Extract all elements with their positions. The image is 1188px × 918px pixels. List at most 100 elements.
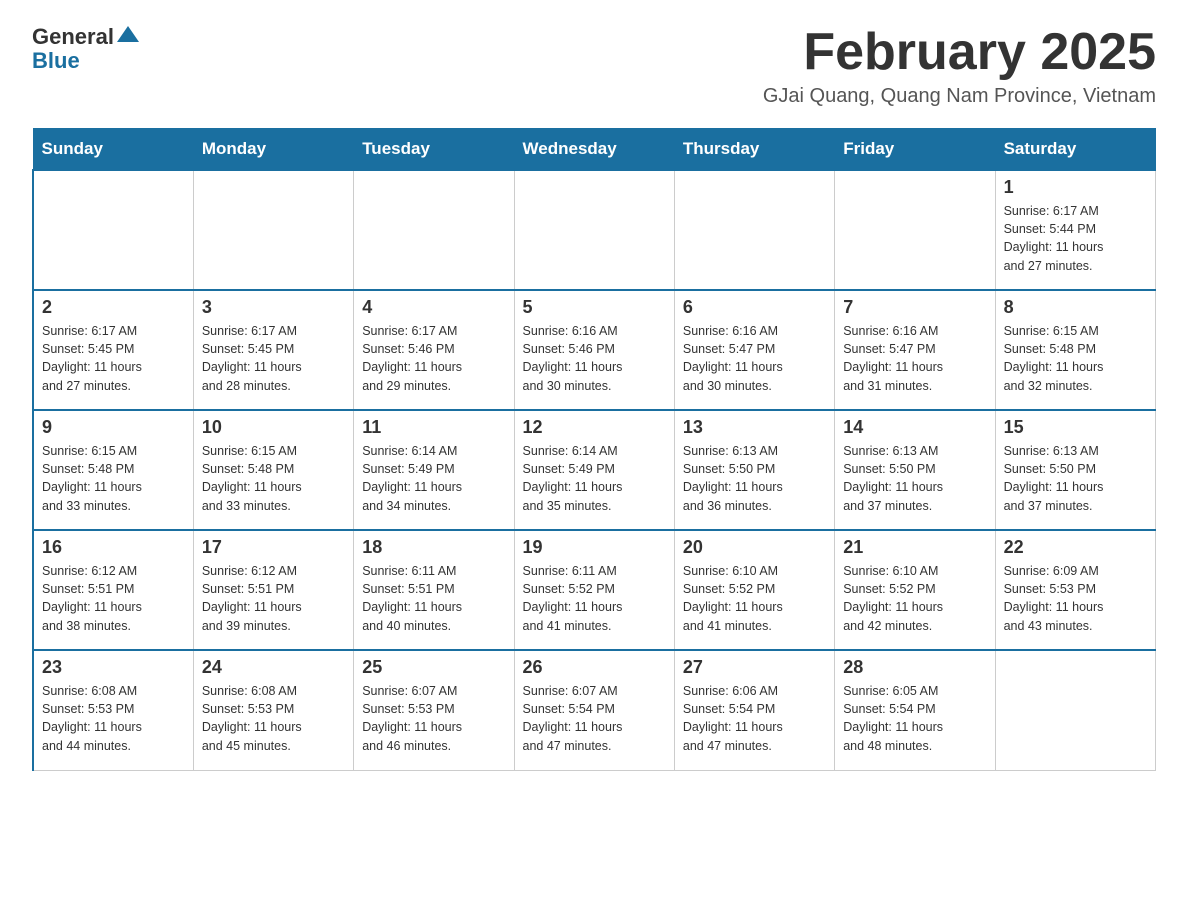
calendar-body: 1 Sunrise: 6:17 AM Sunset: 5:44 PM Daylig… (33, 170, 1156, 770)
calendar-cell: 15 Sunrise: 6:13 AM Sunset: 5:50 PM Dayli… (995, 410, 1155, 530)
calendar-cell: 25 Sunrise: 6:07 AM Sunset: 5:53 PM Dayli… (354, 650, 514, 770)
day-of-week-sunday: Sunday (33, 129, 193, 171)
day-number: 28 (843, 657, 986, 678)
calendar-week-2: 2 Sunrise: 6:17 AM Sunset: 5:45 PM Daylig… (33, 290, 1156, 410)
logo-blue-text: Blue (32, 48, 80, 74)
day-number: 7 (843, 297, 986, 318)
calendar-cell: 13Sunrise: 6:13 AM Sunset: 5:50 PM Dayli… (674, 410, 834, 530)
day-of-week-tuesday: Tuesday (354, 129, 514, 171)
logo-general-text: General (32, 24, 114, 50)
calendar-cell (33, 170, 193, 290)
calendar-cell: 17 Sunrise: 6:12 AM Sunset: 5:51 PM Dayli… (193, 530, 353, 650)
day-info: Sunrise: 6:07 AM Sunset: 5:53 PM Dayligh… (362, 682, 505, 755)
day-info: Sunrise: 6:16 AM Sunset: 5:46 PM Dayligh… (523, 322, 666, 395)
day-info: Sunrise: 6:09 AM Sunset: 5:53 PM Dayligh… (1004, 562, 1147, 635)
calendar-cell: 1 Sunrise: 6:17 AM Sunset: 5:44 PM Daylig… (995, 170, 1155, 290)
day-info: Sunrise: 6:16 AM Sunset: 5:47 PM Dayligh… (683, 322, 826, 395)
day-info: Sunrise: 6:07 AM Sunset: 5:54 PM Dayligh… (523, 682, 666, 755)
calendar-cell: 10 Sunrise: 6:15 AM Sunset: 5:48 PM Dayli… (193, 410, 353, 530)
calendar-cell: 22 Sunrise: 6:09 AM Sunset: 5:53 PM Dayli… (995, 530, 1155, 650)
calendar-week-1: 1 Sunrise: 6:17 AM Sunset: 5:44 PM Daylig… (33, 170, 1156, 290)
calendar-cell: 28 Sunrise: 6:05 AM Sunset: 5:54 PM Dayli… (835, 650, 995, 770)
day-number: 6 (683, 297, 826, 318)
day-number: 17 (202, 537, 345, 558)
calendar-cell (835, 170, 995, 290)
calendar-cell: 27 Sunrise: 6:06 AM Sunset: 5:54 PM Dayli… (674, 650, 834, 770)
day-number: 1 (1004, 177, 1147, 198)
day-info: Sunrise: 6:15 AM Sunset: 5:48 PM Dayligh… (42, 442, 185, 515)
day-number: 20 (683, 537, 826, 558)
day-number: 24 (202, 657, 345, 678)
calendar-cell: 5Sunrise: 6:16 AM Sunset: 5:46 PM Daylig… (514, 290, 674, 410)
calendar-table: SundayMondayTuesdayWednesdayThursdayFrid… (32, 128, 1156, 771)
day-info: Sunrise: 6:17 AM Sunset: 5:45 PM Dayligh… (42, 322, 185, 395)
calendar-cell: 11 Sunrise: 6:14 AM Sunset: 5:49 PM Dayli… (354, 410, 514, 530)
day-info: Sunrise: 6:11 AM Sunset: 5:52 PM Dayligh… (523, 562, 666, 635)
calendar-cell: 16 Sunrise: 6:12 AM Sunset: 5:51 PM Dayli… (33, 530, 193, 650)
page-header: General Blue February 2025 GJai Quang, Q… (0, 0, 1188, 116)
day-info: Sunrise: 6:10 AM Sunset: 5:52 PM Dayligh… (843, 562, 986, 635)
calendar-cell (674, 170, 834, 290)
day-of-week-thursday: Thursday (674, 129, 834, 171)
day-number: 22 (1004, 537, 1147, 558)
calendar-header: SundayMondayTuesdayWednesdayThursdayFrid… (33, 129, 1156, 171)
calendar-cell: 4 Sunrise: 6:17 AM Sunset: 5:46 PM Daylig… (354, 290, 514, 410)
day-number: 21 (843, 537, 986, 558)
day-info: Sunrise: 6:17 AM Sunset: 5:44 PM Dayligh… (1004, 202, 1147, 275)
calendar-cell: 7 Sunrise: 6:16 AM Sunset: 5:47 PM Daylig… (835, 290, 995, 410)
day-number: 4 (362, 297, 505, 318)
day-number: 15 (1004, 417, 1147, 438)
day-info: Sunrise: 6:05 AM Sunset: 5:54 PM Dayligh… (843, 682, 986, 755)
day-info: Sunrise: 6:14 AM Sunset: 5:49 PM Dayligh… (362, 442, 505, 515)
day-info: Sunrise: 6:11 AM Sunset: 5:51 PM Dayligh… (362, 562, 505, 635)
day-number: 10 (202, 417, 345, 438)
day-number: 16 (42, 537, 185, 558)
day-info: Sunrise: 6:17 AM Sunset: 5:46 PM Dayligh… (362, 322, 505, 395)
calendar-cell: 2 Sunrise: 6:17 AM Sunset: 5:45 PM Daylig… (33, 290, 193, 410)
day-info: Sunrise: 6:13 AM Sunset: 5:50 PM Dayligh… (683, 442, 826, 515)
calendar-cell: 24Sunrise: 6:08 AM Sunset: 5:53 PM Dayli… (193, 650, 353, 770)
calendar-cell: 18Sunrise: 6:11 AM Sunset: 5:51 PM Dayli… (354, 530, 514, 650)
day-info: Sunrise: 6:15 AM Sunset: 5:48 PM Dayligh… (202, 442, 345, 515)
days-of-week-row: SundayMondayTuesdayWednesdayThursdayFrid… (33, 129, 1156, 171)
calendar-cell: 26 Sunrise: 6:07 AM Sunset: 5:54 PM Dayli… (514, 650, 674, 770)
logo-text: General (32, 24, 139, 50)
calendar-cell: 9 Sunrise: 6:15 AM Sunset: 5:48 PM Daylig… (33, 410, 193, 530)
day-info: Sunrise: 6:06 AM Sunset: 5:54 PM Dayligh… (683, 682, 826, 755)
page-title: February 2025 (763, 24, 1156, 81)
title-area: February 2025 GJai Quang, Quang Nam Prov… (763, 24, 1156, 108)
day-number: 27 (683, 657, 826, 678)
day-info: Sunrise: 6:08 AM Sunset: 5:53 PM Dayligh… (42, 682, 185, 755)
day-info: Sunrise: 6:13 AM Sunset: 5:50 PM Dayligh… (843, 442, 986, 515)
day-info: Sunrise: 6:16 AM Sunset: 5:47 PM Dayligh… (843, 322, 986, 395)
day-number: 8 (1004, 297, 1147, 318)
calendar-cell: 14Sunrise: 6:13 AM Sunset: 5:50 PM Dayli… (835, 410, 995, 530)
calendar-cell (995, 650, 1155, 770)
day-number: 2 (42, 297, 185, 318)
page-subtitle: GJai Quang, Quang Nam Province, Vietnam (763, 85, 1156, 108)
calendar-cell (354, 170, 514, 290)
day-number: 25 (362, 657, 505, 678)
logo: General Blue (32, 24, 139, 74)
day-info: Sunrise: 6:17 AM Sunset: 5:45 PM Dayligh… (202, 322, 345, 395)
day-number: 23 (42, 657, 185, 678)
day-info: Sunrise: 6:13 AM Sunset: 5:50 PM Dayligh… (1004, 442, 1147, 515)
calendar-cell: 19 Sunrise: 6:11 AM Sunset: 5:52 PM Dayli… (514, 530, 674, 650)
calendar-week-4: 16 Sunrise: 6:12 AM Sunset: 5:51 PM Dayli… (33, 530, 1156, 650)
calendar-cell: 23 Sunrise: 6:08 AM Sunset: 5:53 PM Dayli… (33, 650, 193, 770)
day-number: 26 (523, 657, 666, 678)
calendar-cell: 20Sunrise: 6:10 AM Sunset: 5:52 PM Dayli… (674, 530, 834, 650)
day-info: Sunrise: 6:12 AM Sunset: 5:51 PM Dayligh… (42, 562, 185, 635)
calendar-cell: 21 Sunrise: 6:10 AM Sunset: 5:52 PM Dayli… (835, 530, 995, 650)
day-number: 11 (362, 417, 505, 438)
day-number: 3 (202, 297, 345, 318)
day-number: 9 (42, 417, 185, 438)
logo-triangle-icon (117, 24, 139, 44)
day-info: Sunrise: 6:12 AM Sunset: 5:51 PM Dayligh… (202, 562, 345, 635)
day-info: Sunrise: 6:15 AM Sunset: 5:48 PM Dayligh… (1004, 322, 1147, 395)
day-of-week-friday: Friday (835, 129, 995, 171)
day-number: 12 (523, 417, 666, 438)
calendar-cell (514, 170, 674, 290)
calendar-cell: 8 Sunrise: 6:15 AM Sunset: 5:48 PM Daylig… (995, 290, 1155, 410)
day-number: 19 (523, 537, 666, 558)
